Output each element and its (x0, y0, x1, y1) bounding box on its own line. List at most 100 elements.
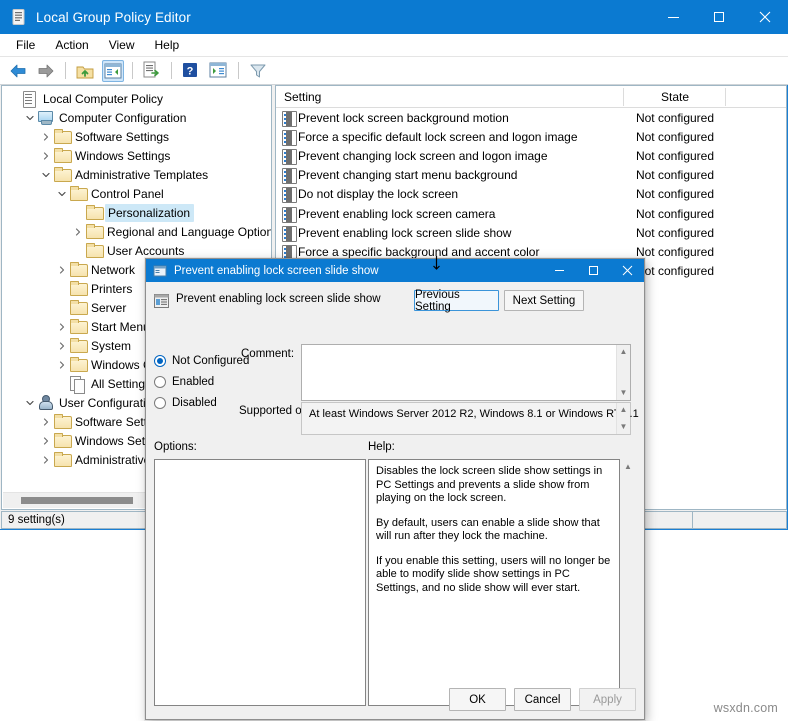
policy-setting-icon (153, 264, 167, 278)
ok-button[interactable]: OK (449, 688, 506, 711)
dialog-title: Prevent enabling lock screen slide show (174, 265, 379, 277)
table-row[interactable]: Prevent lock screen background motionNot… (276, 108, 786, 127)
folder-icon (70, 281, 87, 297)
folder-icon (70, 357, 87, 373)
tree-item-control-panel[interactable]: Control Panel (2, 184, 271, 203)
export-list-icon[interactable] (141, 60, 163, 82)
chevron-right-icon[interactable] (38, 148, 54, 164)
table-row[interactable]: Prevent enabling lock screen cameraNot c… (276, 204, 786, 223)
radio-enabled[interactable]: Enabled (154, 371, 250, 392)
folder-icon (70, 338, 87, 354)
table-row[interactable]: Prevent enabling lock screen slide showN… (276, 223, 786, 242)
maximize-icon[interactable] (696, 0, 742, 34)
table-row[interactable]: Prevent changing lock screen and logon i… (276, 146, 786, 165)
tree-item-regional-and-language-option[interactable]: Regional and Language Option (2, 222, 271, 241)
up-folder-icon[interactable] (74, 60, 96, 82)
show-hide-console-tree-icon[interactable] (102, 60, 124, 82)
tree-item-software-settings[interactable]: Software Settings (2, 127, 271, 146)
menu-bar: File Action View Help (0, 34, 788, 57)
radio-indicator (154, 397, 166, 409)
window-titlebar[interactable]: Local Group Policy Editor (0, 0, 788, 34)
chevron-right-icon[interactable] (70, 224, 86, 240)
help-panel: Disables the lock screen slide show sett… (368, 459, 620, 706)
chevron-right-icon[interactable] (54, 338, 70, 354)
help-paragraph: Disables the lock screen slide show sett… (376, 465, 612, 506)
dialog-body: Prevent enabling lock screen slide show … (146, 282, 644, 719)
help-text: Disables the lock screen slide show sett… (369, 460, 619, 611)
radio-disabled[interactable]: Disabled (154, 392, 250, 413)
scroll-down-icon[interactable]: ▼ (620, 420, 628, 434)
show-hide-action-pane-icon[interactable] (208, 60, 230, 82)
policy-setting-icon (276, 111, 298, 125)
comment-input[interactable]: ▲ ▼ (301, 344, 631, 401)
dialog-footer-buttons: OK Cancel Apply (449, 688, 636, 711)
minimize-icon[interactable] (650, 0, 696, 34)
previous-setting-button[interactable]: Previous Setting (414, 290, 499, 311)
chevron-right-icon[interactable] (38, 129, 54, 145)
tree-item-label: Control Panel (91, 186, 164, 202)
chevron-down-icon[interactable] (22, 110, 38, 126)
chevron-down-icon[interactable] (38, 167, 54, 183)
chevron-down-icon[interactable] (22, 395, 38, 411)
setting-state-cell: Not configured (624, 245, 726, 259)
menu-item-file[interactable]: File (7, 36, 44, 54)
cancel-button[interactable]: Cancel (514, 688, 571, 711)
tree-item-local-computer-policy[interactable]: Local Computer Policy (2, 89, 271, 108)
chevron-right-icon[interactable] (38, 414, 54, 430)
policy-state-radio-group: Not Configured Enabled Disabled (154, 350, 250, 413)
scroll-down-icon[interactable]: ▼ (620, 386, 628, 400)
radio-not-configured[interactable]: Not Configured (154, 350, 250, 371)
close-icon[interactable] (742, 0, 788, 34)
radio-label: Enabled (172, 376, 214, 388)
chevron-right-icon[interactable] (54, 319, 70, 335)
minimize-icon[interactable] (542, 259, 576, 282)
apply-button: Apply (579, 688, 636, 711)
help-icon[interactable]: ? (180, 60, 202, 82)
dialog-titlebar[interactable]: Prevent enabling lock screen slide show (146, 259, 644, 282)
column-header-state[interactable]: State (624, 86, 726, 108)
scrollbar-thumb[interactable] (21, 497, 133, 504)
scroll-up-icon[interactable]: ▲ (624, 462, 632, 471)
tree-item-label: Windows C (91, 357, 152, 373)
chevron-right-icon[interactable] (54, 262, 70, 278)
policy-scroll-icon (10, 8, 28, 26)
scroll-up-icon[interactable]: ▲ (620, 345, 628, 359)
column-header-setting[interactable]: Setting (276, 86, 624, 108)
supported-on-value: At least Windows Server 2012 R2, Windows… (302, 403, 639, 434)
policy-setting-icon (276, 187, 298, 201)
chevron-right-icon[interactable] (38, 452, 54, 468)
chevron-down-icon[interactable] (54, 186, 70, 202)
supported-scrollbar[interactable]: ▲ ▼ (616, 403, 630, 434)
options-label: Options: (154, 441, 197, 453)
filter-icon[interactable] (247, 60, 269, 82)
chevron-right-icon[interactable] (54, 357, 70, 373)
scroll-up-icon[interactable]: ▲ (620, 403, 628, 417)
maximize-icon[interactable] (576, 259, 610, 282)
menu-item-help[interactable]: Help (146, 36, 189, 54)
help-scrollbar[interactable]: ▲ ▼ (621, 459, 635, 706)
menu-item-view[interactable]: View (100, 36, 144, 54)
close-icon[interactable] (610, 259, 644, 282)
back-icon[interactable] (7, 60, 29, 82)
options-panel[interactable] (154, 459, 366, 706)
table-row[interactable]: Force a specific default lock screen and… (276, 127, 786, 146)
chevron-right-icon[interactable] (38, 433, 54, 449)
policy-setting-icon (276, 226, 298, 240)
forward-icon[interactable] (35, 60, 57, 82)
svg-text:?: ? (187, 65, 194, 77)
next-setting-button[interactable]: Next Setting (504, 290, 584, 311)
window-title: Local Group Policy Editor (36, 10, 191, 25)
tree-item-personalization[interactable]: Personalization (2, 203, 271, 222)
comment-scrollbar[interactable]: ▲ ▼ (616, 345, 630, 400)
tree-spacer (6, 91, 22, 107)
folder-icon (70, 319, 87, 335)
tree-item-administrative-templates[interactable]: Administrative Templates (2, 165, 271, 184)
radio-indicator (154, 355, 166, 367)
tree-item-computer-configuration[interactable]: Computer Configuration (2, 108, 271, 127)
policy-setting-dialog: Prevent enabling lock screen slide show … (145, 258, 645, 720)
tree-item-windows-settings[interactable]: Windows Settings (2, 146, 271, 165)
table-row[interactable]: Do not display the lock screenNot config… (276, 185, 786, 204)
table-row[interactable]: Prevent changing start menu backgroundNo… (276, 166, 786, 185)
folder-icon (54, 129, 71, 145)
menu-item-action[interactable]: Action (46, 36, 97, 54)
